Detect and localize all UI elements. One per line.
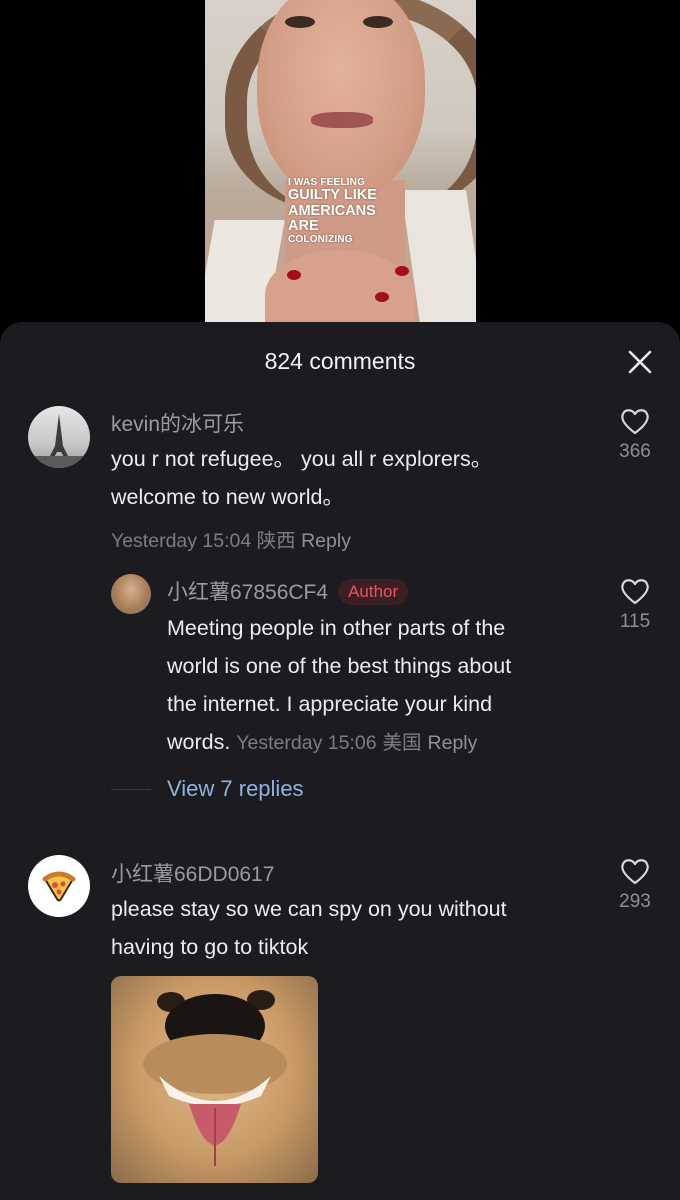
comments-count-title: 824 comments [264,348,416,374]
comment-username[interactable]: 小红薯67856CF4 Author [167,576,409,606]
caption-line: GUILTY LIKE [288,187,377,203]
video-nail [287,270,301,280]
view-replies-button[interactable]: View 7 replies [167,776,304,802]
replies-divider [111,789,151,790]
comment-text-fragment: words. [167,730,231,754]
comment-text-line: you r not refugee。 you all r explorers。 [111,447,493,471]
author-badge: Author [338,579,409,605]
comment-text-line: please stay so we can spy on you without [111,897,507,921]
like-button[interactable]: 366 [605,408,665,463]
eiffel-tower-avatar[interactable] [28,406,90,468]
like-button[interactable]: 115 [605,578,665,633]
comment-location: 美国 [382,732,422,754]
video-mouth [311,112,373,128]
reply-button[interactable]: Reply [301,530,351,552]
comment-text-line: the internet. I appreciate your kind [167,692,493,716]
comment-username[interactable]: kevin的冰可乐 [111,408,244,438]
video-caption: I WAS FEELING GUILTY LIKE AMERICANS ARE … [288,178,377,245]
comment-text-line: Meeting people in other parts of the [167,616,506,640]
heart-icon [621,859,649,885]
comment-text-last-line: words. Yesterday 15:06 美国 Reply [167,723,477,762]
comment-text-line: welcome to new world。 [111,485,345,509]
pizza-icon[interactable] [28,855,90,917]
close-icon[interactable] [626,348,654,376]
dog-photo[interactable] [111,976,318,1183]
heart-icon [621,409,649,435]
comment-location: 陕西 [256,530,296,552]
comment-meta: Yesterday 15:04 陕西 Reply [111,524,351,553]
comment-time: Yesterday 15:04 [111,530,252,552]
video-face [257,0,425,200]
comment-text-line: world is one of the best things about [167,654,512,678]
comment-text-line: having to go to tiktok [111,935,309,959]
like-count: 115 [619,611,651,632]
comment-time: Yesterday 15:06 [236,732,377,754]
like-count: 366 [619,441,651,462]
video-preview[interactable]: I WAS FEELING GUILTY LIKE AMERICANS ARE … [205,0,476,322]
comment-username[interactable]: 小红薯66DD0617 [111,858,274,888]
like-count: 293 [619,891,651,912]
caption-line: COLONIZING [288,233,353,245]
like-button[interactable]: 293 [605,858,665,913]
comments-sheet: 824 comments kevin的冰可乐 you r not refugee… [0,322,680,1200]
reply-button[interactable]: Reply [428,732,478,754]
caption-line: AMERICANS [288,202,376,219]
video-nail [375,292,389,302]
reply-username[interactable]: 小红薯67856CF4 [167,581,328,604]
video-eye-right [363,16,393,28]
video-eye-left [285,16,315,28]
heart-icon [621,579,649,605]
video-nail [395,266,409,276]
caption-line: ARE [288,218,319,234]
author-avatar[interactable] [111,574,151,614]
